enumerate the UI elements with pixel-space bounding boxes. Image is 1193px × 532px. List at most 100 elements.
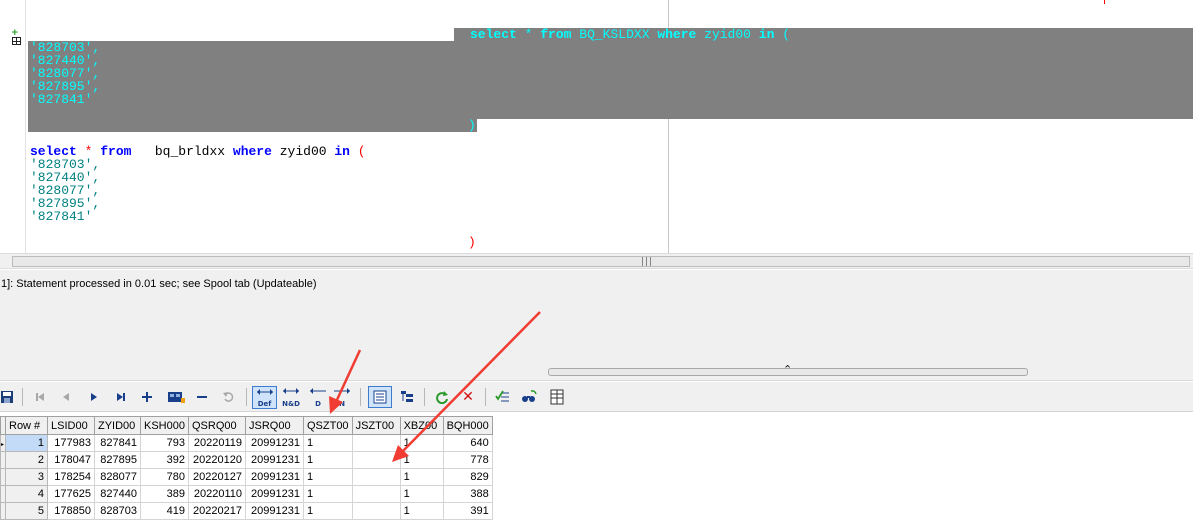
row-number-cell[interactable]: 3 <box>5 468 48 486</box>
column-header-xbz00[interactable]: XBZ00 <box>399 416 444 435</box>
qsrq00-cell[interactable]: 20220217 <box>187 502 246 520</box>
jszt00-cell[interactable] <box>351 434 401 452</box>
undo-button[interactable] <box>218 386 240 408</box>
fit-columns-button[interactable] <box>546 386 568 408</box>
n-view-button[interactable]: N <box>331 386 353 408</box>
duplicate-record-button[interactable] <box>165 386 187 408</box>
column-header-zyid00[interactable]: ZYID00 <box>94 416 141 435</box>
qszt00-cell[interactable]: 1 <box>302 434 353 452</box>
ksh000-cell[interactable]: 389 <box>140 485 189 503</box>
row-number-cell[interactable]: 5 <box>5 502 48 520</box>
d-view-button[interactable]: D <box>307 386 329 408</box>
filter-button[interactable] <box>492 386 514 408</box>
jsrq00-cell[interactable]: 20991231 <box>244 502 304 520</box>
column-header-ksh000[interactable]: KSH000 <box>140 416 189 435</box>
editor-horizontal-scrollbar[interactable]: ||| <box>0 253 1193 269</box>
column-header-lsid00[interactable]: LSID00 <box>47 416 95 435</box>
pane-splitter[interactable]: ⌃ <box>0 363 1193 381</box>
qsrq00-cell[interactable]: 20220127 <box>187 468 246 486</box>
sql-editor[interactable]: + select * from BQ_KSLDXX where zyid00 i… <box>0 0 1193 253</box>
xbz00-cell[interactable]: 1 <box>399 434 444 452</box>
table-row[interactable]: 5 178850 828703 419 20220217 20991231 1 … <box>0 502 493 520</box>
first-record-button[interactable] <box>29 386 51 408</box>
qsrq00-cell[interactable]: 20220110 <box>187 485 246 503</box>
last-record-button[interactable] <box>110 386 132 408</box>
row-number-cell[interactable]: 2 <box>5 451 48 469</box>
grid-view-button[interactable] <box>368 386 392 408</box>
editor-mark <box>1101 0 1105 4</box>
jszt00-cell[interactable] <box>351 451 401 469</box>
xbz00-cell[interactable]: 1 <box>399 485 444 503</box>
zyid00-cell[interactable]: 828703 <box>94 502 141 520</box>
save-button[interactable] <box>0 386 18 408</box>
code-line-close[interactable]: ) <box>468 119 476 132</box>
cancel-button[interactable]: ✕ <box>457 386 479 408</box>
ksh000-cell[interactable]: 419 <box>140 502 189 520</box>
xbz00-cell[interactable]: 1 <box>399 468 444 486</box>
row-number-cell[interactable]: 4 <box>5 485 48 503</box>
jszt00-cell[interactable] <box>351 485 401 503</box>
xbz00-cell[interactable]: 1 <box>399 451 444 469</box>
ksh000-cell[interactable]: 780 <box>140 468 189 486</box>
table-row[interactable]: 3 178254 828077 780 20220127 20991231 1 … <box>0 468 493 486</box>
row-number-cell[interactable]: 1 <box>5 434 48 452</box>
lsid00-cell[interactable]: 177625 <box>47 485 95 503</box>
jsrq00-cell[interactable]: 20991231 <box>244 468 304 486</box>
zyid00-cell[interactable]: 827440 <box>94 485 141 503</box>
prior-record-button[interactable] <box>55 386 77 408</box>
splitter-handle[interactable]: ⌃ <box>548 363 1028 376</box>
lsid00-cell[interactable]: 177983 <box>47 434 95 452</box>
code-line-close[interactable]: ) <box>468 236 476 249</box>
column-header-jsrq00[interactable]: JSRQ00 <box>244 416 304 435</box>
qszt00-cell[interactable]: 1 <box>302 451 353 469</box>
jszt00-cell[interactable] <box>351 502 401 520</box>
chevron-up-icon[interactable]: ⌃ <box>783 363 792 376</box>
column-header-jszt00[interactable]: JSZT00 <box>351 416 401 435</box>
table-row[interactable]: 4 177625 827440 389 20220110 20991231 1 … <box>0 485 493 503</box>
delete-record-button[interactable] <box>191 386 213 408</box>
code-line-select-bq-ksldxx[interactable]: select * from BQ_KSLDXX where zyid00 in … <box>470 28 790 41</box>
qszt00-cell[interactable]: 1 <box>302 502 353 520</box>
zyid00-cell[interactable]: 828077 <box>94 468 141 486</box>
qsrq00-cell[interactable]: 20220120 <box>187 451 246 469</box>
table-row[interactable]: ▸ 1 177983 827841 793 20220119 20991231 … <box>0 434 493 452</box>
column-header-qsrq00[interactable]: QSRQ00 <box>187 416 246 435</box>
xbz00-cell[interactable]: 1 <box>399 502 444 520</box>
bqh000-cell[interactable]: 829 <box>442 468 493 486</box>
bqh000-cell[interactable]: 640 <box>442 434 493 452</box>
lsid00-cell[interactable]: 178850 <box>47 502 95 520</box>
jsrq00-cell[interactable]: 20991231 <box>244 485 304 503</box>
insert-record-button[interactable] <box>136 386 158 408</box>
bqh000-cell[interactable]: 778 <box>442 451 493 469</box>
jsrq00-cell[interactable]: 20991231 <box>244 451 304 469</box>
code-line-value[interactable]: '827841' <box>30 210 92 223</box>
next-record-button[interactable] <box>83 386 105 408</box>
jszt00-cell[interactable] <box>351 468 401 486</box>
zyid00-cell[interactable]: 827895 <box>94 451 141 469</box>
result-grid[interactable]: Row # LSID00 ZYID00 KSH000 QSRQ00 JSRQ00… <box>0 416 493 520</box>
scrollbar-thumb[interactable]: ||| <box>12 256 1190 267</box>
lsid00-cell[interactable]: 178047 <box>47 451 95 469</box>
first-icon <box>36 393 44 401</box>
toolbar-separator <box>22 388 23 406</box>
search-button[interactable] <box>518 386 540 408</box>
ksh000-cell[interactable]: 392 <box>140 451 189 469</box>
bqh000-cell[interactable]: 391 <box>442 502 493 520</box>
column-header-row-num[interactable]: Row # <box>5 416 48 435</box>
code-line-value[interactable]: '827841' <box>30 93 92 106</box>
bqh000-cell[interactable]: 388 <box>442 485 493 503</box>
qsrq00-cell[interactable]: 20220119 <box>187 434 246 452</box>
lsid00-cell[interactable]: 178254 <box>47 468 95 486</box>
table-row[interactable]: 2 178047 827895 392 20220120 20991231 1 … <box>0 451 493 469</box>
qszt00-cell[interactable]: 1 <box>302 485 353 503</box>
zyid00-cell[interactable]: 827841 <box>94 434 141 452</box>
refresh-button[interactable] <box>431 386 453 408</box>
jsrq00-cell[interactable]: 20991231 <box>244 434 304 452</box>
nd-view-button[interactable]: N&D <box>279 386 303 408</box>
column-header-bqh000[interactable]: BQH000 <box>442 416 493 435</box>
column-header-qszt00[interactable]: QSZT00 <box>302 416 353 435</box>
ksh000-cell[interactable]: 793 <box>140 434 189 452</box>
form-view-button[interactable] <box>396 386 418 408</box>
qszt00-cell[interactable]: 1 <box>302 468 353 486</box>
def-view-button[interactable]: Def <box>252 386 277 409</box>
